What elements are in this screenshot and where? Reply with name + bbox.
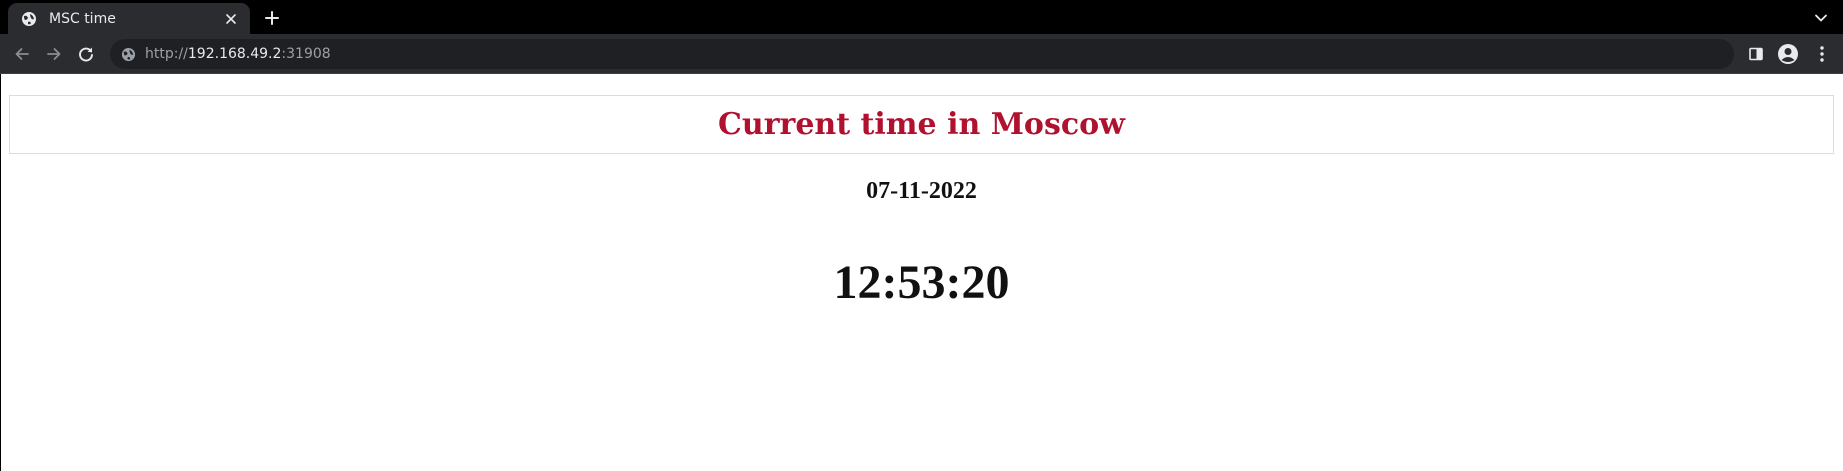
reload-icon [77,45,95,63]
tab-search-button[interactable] [1811,8,1831,28]
reload-button[interactable] [74,42,98,66]
url-scheme: http:// [145,46,188,62]
site-info-icon[interactable] [120,46,136,62]
page-header: Current time in Moscow [9,95,1834,154]
side-panel-button[interactable] [1744,42,1768,66]
kebab-menu-icon [1819,45,1825,63]
chevron-down-icon [1814,11,1828,25]
url-host: 192.168.49.2 [187,46,282,62]
tab-close-icon[interactable] [222,10,240,28]
tab-title: MSC time [49,10,116,27]
browser-tab-active[interactable]: MSC time [8,3,250,34]
toolbar-divider [0,73,1843,74]
profile-avatar-icon [1777,43,1799,65]
browser-menu-button[interactable] [1810,42,1834,66]
tab-strip: MSC time [0,0,1843,34]
url-port: :31908 [281,46,331,62]
browser-toolbar: http://192.168.49.2:31908 [0,34,1843,73]
plus-icon [264,10,280,26]
url-text: http://192.168.49.2:31908 [145,46,331,62]
forward-button[interactable] [42,42,66,66]
page-title: Current time in Moscow [718,107,1125,142]
current-date: 07-11-2022 [866,178,977,204]
forward-arrow-icon [45,45,63,63]
address-bar[interactable]: http://192.168.49.2:31908 [110,39,1734,69]
back-arrow-icon [13,45,31,63]
side-panel-icon [1748,46,1764,62]
back-button[interactable] [10,42,34,66]
new-tab-button[interactable] [260,6,284,30]
profile-button[interactable] [1776,42,1800,66]
current-time: 12:53:20 [833,256,1010,309]
globe-icon [21,11,37,27]
